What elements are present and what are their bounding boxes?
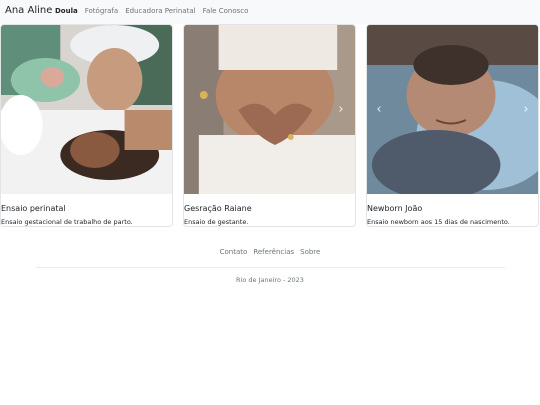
copyright: Rio de Janeiro - 2023	[236, 276, 304, 284]
nav-links: Doula Fotógrafa Educadora Perinatal Fale…	[55, 7, 255, 15]
carousel-prev-icon[interactable]: ‹	[373, 103, 385, 117]
carousel-next-icon[interactable]: ›	[520, 103, 532, 117]
card-image-ensaio-perinatal	[1, 25, 172, 194]
card-text: Ensaio de gestante.	[184, 218, 249, 226]
card-newborn-joao: ‹ › Newborn João Ensaio newborn aos 15 d…	[366, 24, 539, 227]
card-image-newborn-joao: ‹ ›	[367, 25, 538, 194]
footer-divider	[35, 267, 505, 268]
footer-link-referencias[interactable]: Referências	[253, 248, 294, 256]
card-text: Ensaio gestacional de trabalho de parto.	[1, 218, 133, 226]
footer-link-contato[interactable]: Contato	[220, 248, 248, 256]
nav-link-fotografa[interactable]: Fotógrafa	[85, 7, 118, 15]
carousel-next-icon[interactable]: ›	[335, 103, 347, 117]
card-text: Ensaio newborn aos 15 dias de nascimento…	[367, 218, 510, 226]
card-gesracao-raiane: › Gesração Raiane Ensaio de gestante.	[183, 24, 356, 227]
navbar: Ana Aline Doula Fotógrafa Educadora Peri…	[0, 0, 540, 24]
card-title: Gesração Raiane	[184, 204, 252, 213]
nav-link-educadora-perinatal[interactable]: Educadora Perinatal	[125, 7, 195, 15]
card-image-gesracao-raiane: ›	[184, 25, 355, 194]
footer-links: Contato Referências Sobre	[0, 248, 540, 256]
nav-link-doula[interactable]: Doula	[55, 7, 78, 15]
nav-link-fale-conosco[interactable]: Fale Conosco	[203, 7, 249, 15]
footer-link-sobre[interactable]: Sobre	[300, 248, 320, 256]
card-ensaio-perinatal: Ensaio perinatal Ensaio gestacional de t…	[0, 24, 173, 227]
brand-logo[interactable]: Ana Aline	[5, 5, 52, 16]
card-title: Ensaio perinatal	[1, 204, 66, 213]
card-title: Newborn João	[367, 204, 423, 213]
